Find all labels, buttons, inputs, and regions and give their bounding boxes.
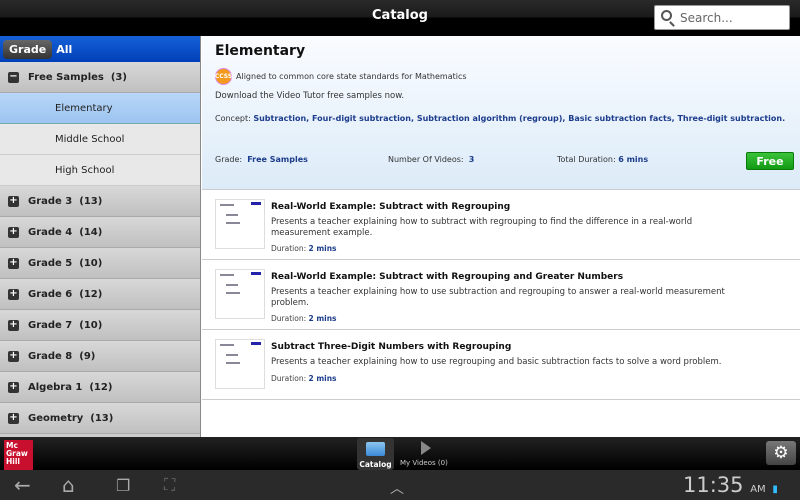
grade-filter-value[interactable]: All: [56, 43, 72, 56]
screenshot-icon[interactable]: ⛶: [164, 475, 175, 495]
category-sidebar: Grade All − Free Samples (3) Elementary M…: [0, 36, 201, 437]
clock: 11:35 AM ▮: [683, 473, 778, 497]
chevron-up-icon[interactable]: ︿: [390, 478, 404, 498]
tab-my-videos[interactable]: My Videos (0): [400, 441, 448, 467]
search-icon: [661, 10, 672, 21]
expand-icon: +: [8, 380, 19, 393]
grade-meta: Grade: Free Samples: [215, 155, 308, 164]
title-bar: Catalog Search...: [0, 0, 800, 36]
sidebar-item-high-school[interactable]: High School: [0, 155, 200, 186]
video-duration: Duration: 2 mins: [271, 374, 337, 383]
video-description: Presents a teacher explaining how to use…: [271, 287, 725, 308]
video-list-item[interactable]: Real-World Example: Subtract with Regrou…: [202, 260, 800, 330]
video-description: Presents a teacher explaining how to use…: [271, 357, 722, 367]
grade-filter-button[interactable]: Grade: [3, 39, 53, 59]
collapse-icon: −: [8, 70, 19, 83]
expand-icon: +: [8, 349, 19, 362]
video-list-item[interactable]: Subtract Three-Digit Numbers with Regrou…: [202, 330, 800, 400]
video-thumbnail[interactable]: [215, 269, 265, 319]
expand-icon: +: [8, 411, 19, 424]
video-duration: Duration: 2 mins: [271, 244, 337, 253]
sidebar-group[interactable]: + Grade 8 (9): [0, 341, 200, 372]
duration-meta: Total Duration: 6 mins: [557, 155, 649, 164]
expand-icon: +: [8, 256, 19, 269]
video-thumbnail[interactable]: [215, 199, 265, 249]
search-input[interactable]: Search...: [654, 5, 790, 30]
sidebar-item-middle-school[interactable]: Middle School: [0, 124, 200, 155]
detail-pane: Elementary CCSS Aligned to common core st…: [202, 36, 800, 437]
ccss-badge-icon: CCSS: [215, 68, 232, 85]
sidebar-group[interactable]: + Grade 4 (14): [0, 217, 200, 248]
sidebar-group[interactable]: + Geometry (13): [0, 403, 200, 434]
collection-title: Elementary: [215, 43, 306, 59]
sidebar-group[interactable]: + Algebra 1 (12): [0, 372, 200, 403]
sidebar-group[interactable]: + Grade 3 (13): [0, 186, 200, 217]
expand-icon: +: [8, 225, 19, 238]
sidebar-group[interactable]: + Grade 5 (10): [0, 248, 200, 279]
mcgraw-hill-logo: Mc Graw Hill: [4, 440, 33, 470]
grade-filter: Grade All: [0, 36, 200, 62]
expand-icon: +: [8, 318, 19, 331]
concepts: Concept: Subtraction, Four-digit subtrac…: [215, 114, 786, 123]
search-placeholder: Search...: [680, 11, 733, 25]
ccss-text: Aligned to common core state standards f…: [236, 72, 467, 81]
system-bar: ← ⌂ ❐ ⛶ ︿ 11:35 AM ▮: [0, 470, 800, 500]
play-icon: [421, 441, 431, 455]
video-title[interactable]: Real-World Example: Subtract with Regrou…: [271, 272, 623, 282]
video-description: Presents a teacher explaining how to sub…: [271, 217, 693, 238]
collection-header: Elementary CCSS Aligned to common core st…: [202, 36, 800, 190]
sidebar-group-free-samples[interactable]: − Free Samples (3): [0, 62, 200, 93]
recent-apps-icon[interactable]: ❐: [116, 476, 130, 495]
battery-icon: ▮: [772, 484, 778, 495]
video-duration: Duration: 2 mins: [271, 314, 337, 323]
home-icon[interactable]: ⌂: [62, 473, 75, 497]
video-title[interactable]: Real-World Example: Subtract with Regrou…: [271, 202, 510, 212]
tab-catalog[interactable]: Catalog: [357, 438, 394, 470]
sidebar-item-elementary[interactable]: Elementary: [0, 93, 200, 124]
video-title[interactable]: Subtract Three-Digit Numbers with Regrou…: [271, 342, 511, 352]
settings-gear-icon[interactable]: ⚙: [766, 441, 796, 465]
expand-icon: +: [8, 194, 19, 207]
videos-meta: Number Of Videos: 3: [388, 155, 475, 164]
collection-description: Download the Video Tutor free samples no…: [215, 91, 405, 101]
video-list-item[interactable]: Real-World Example: Subtract with Regrou…: [202, 190, 800, 260]
sidebar-group[interactable]: + Grade 6 (12): [0, 279, 200, 310]
free-download-button[interactable]: Free: [746, 152, 794, 170]
video-thumbnail[interactable]: [215, 339, 265, 389]
sidebar-group[interactable]: + Grade 7 (10): [0, 310, 200, 341]
expand-icon: +: [8, 287, 19, 300]
app-bar: Mc Graw Hill Catalog My Videos (0) ⚙: [0, 437, 800, 470]
back-icon[interactable]: ←: [14, 473, 31, 497]
book-icon: [366, 442, 385, 456]
concept-list[interactable]: Subtraction, Four-digit subtraction, Sub…: [253, 114, 785, 123]
